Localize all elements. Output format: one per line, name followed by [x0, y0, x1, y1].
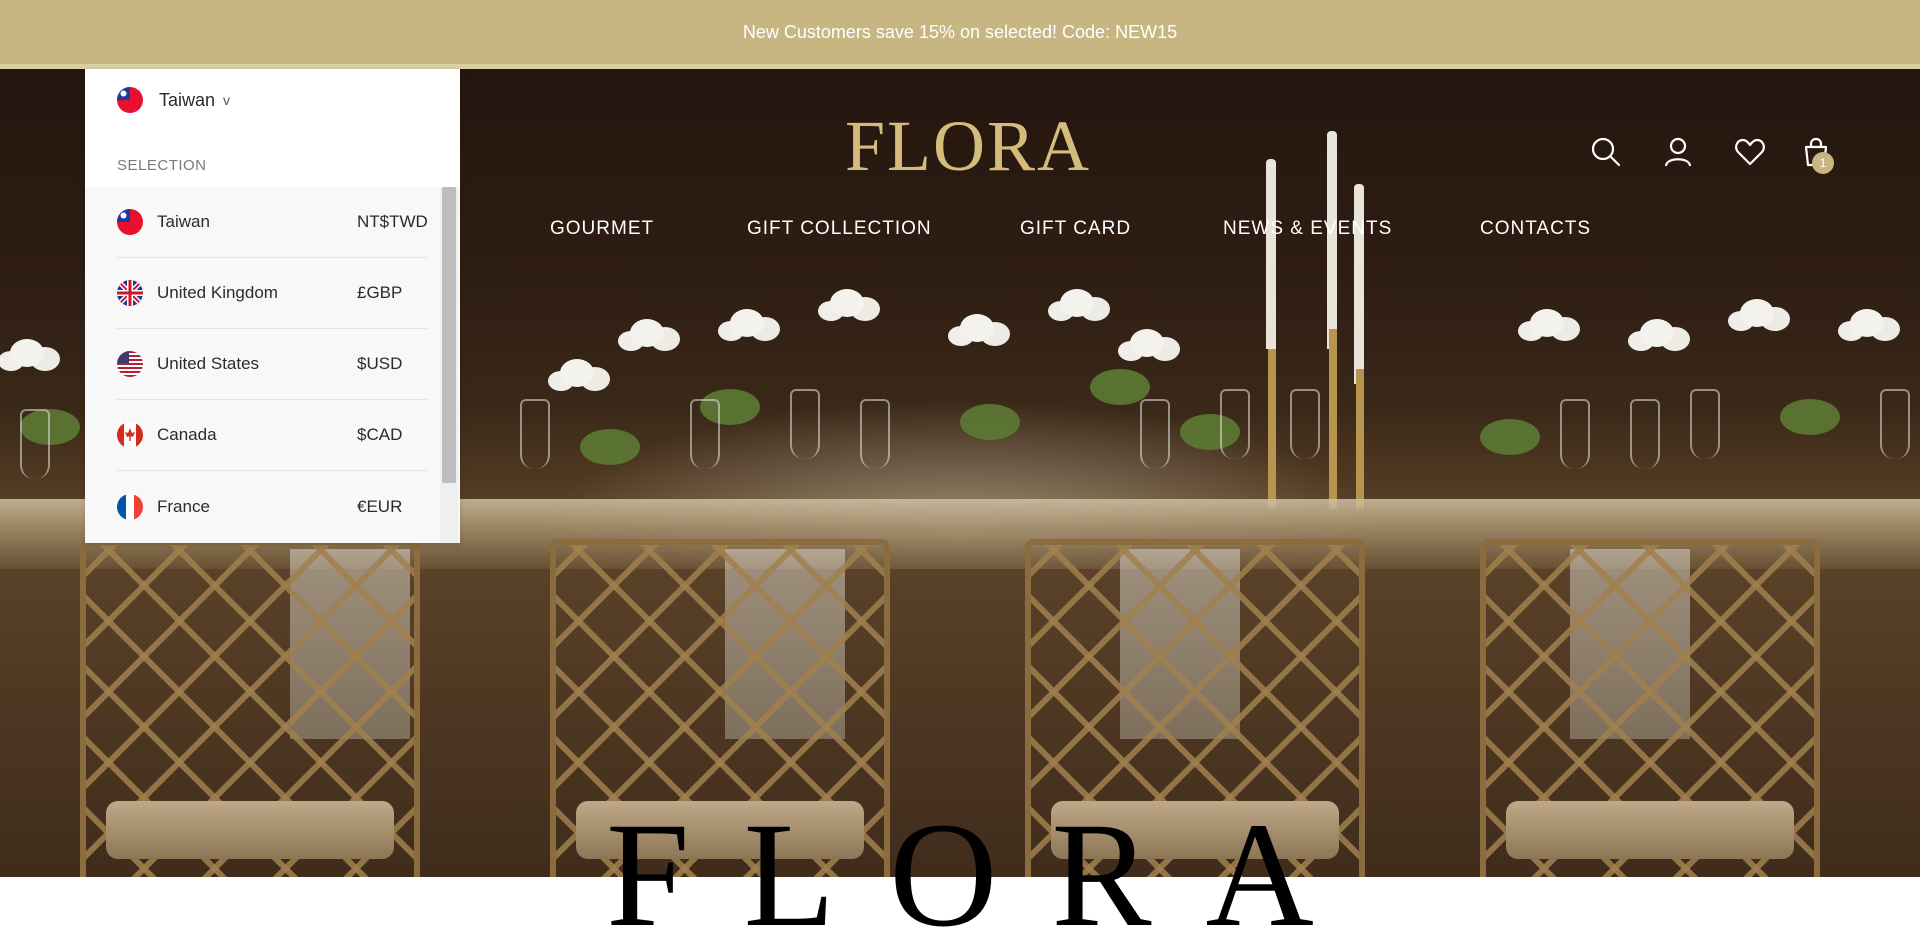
- country-option-taiwan[interactable]: Taiwan NT$TWD: [117, 187, 428, 258]
- orchid-flower: [1060, 289, 1094, 317]
- heart-icon[interactable]: [1734, 136, 1766, 168]
- chevron-down-icon: v: [223, 92, 231, 108]
- country-selector-dropdown: Taiwan v SELECTION Taiwan NT$TWD United …: [85, 69, 460, 543]
- france-flag-icon: [117, 493, 143, 520]
- announcement-text: New Customers save 15% on selected! Code…: [742, 21, 1178, 42]
- canada-flag-icon: [117, 422, 143, 448]
- nav-item-gift-card[interactable]: GIFT CARD: [1020, 218, 1131, 240]
- country-option-united-kingdom[interactable]: United Kingdom £GBP: [117, 258, 427, 329]
- country-name: Canada: [157, 425, 217, 444]
- chair: [550, 539, 890, 877]
- country-option-united-states[interactable]: United States $USD: [117, 329, 427, 400]
- wine-glass: [790, 389, 820, 459]
- orchid-flower: [1530, 309, 1564, 337]
- nav-item-gourmet[interactable]: GOURMET: [550, 218, 654, 240]
- nav-item-contacts[interactable]: CONTACTS: [1480, 218, 1591, 240]
- country-selector-toggle[interactable]: Taiwan v: [117, 87, 231, 113]
- orchid-flower: [630, 319, 664, 347]
- chair-seat: [1506, 801, 1794, 859]
- uk-flag-icon: [117, 280, 143, 306]
- chair-seat: [1051, 801, 1339, 859]
- user-icon[interactable]: [1662, 136, 1694, 168]
- candle-holder: [1329, 329, 1337, 509]
- country-options-list[interactable]: Taiwan NT$TWD United Kingdom £GBP United…: [85, 187, 460, 543]
- chair: [80, 539, 420, 877]
- leaf: [580, 429, 640, 465]
- country-option-canada[interactable]: Canada $CAD: [117, 400, 427, 471]
- currency-code: $USD: [357, 354, 403, 373]
- chair-seat: [576, 801, 864, 859]
- leaf: [960, 404, 1020, 440]
- wine-glass: [1560, 399, 1590, 469]
- orchid-flower: [1130, 329, 1164, 357]
- currency-code: €EUR: [357, 496, 403, 516]
- current-country-label: Taiwan: [159, 89, 216, 110]
- wine-glass: [1140, 399, 1170, 469]
- wine-glass: [1690, 389, 1720, 459]
- orchid-flower: [1740, 299, 1774, 327]
- us-flag-icon: [117, 351, 143, 377]
- candle: [1266, 159, 1276, 349]
- wine-glass: [1220, 389, 1250, 459]
- wine-glass: [860, 399, 890, 469]
- orchid-flower: [10, 339, 44, 367]
- wine-glass: [1630, 399, 1660, 469]
- site-logo[interactable]: FLORA: [845, 110, 1089, 182]
- country-name: France: [157, 496, 210, 516]
- announcement-bar: New Customers save 15% on selected! Code…: [0, 0, 1920, 69]
- wine-glass: [690, 399, 720, 469]
- orchid-flower: [730, 309, 764, 337]
- chair: [1025, 539, 1365, 877]
- orchid-flower: [1850, 309, 1884, 337]
- chair-seat: [106, 801, 394, 859]
- country-name: United States: [157, 354, 260, 373]
- taiwan-flag-icon: [117, 209, 143, 235]
- orchid-flower: [560, 359, 594, 387]
- currency-code: £GBP: [357, 283, 403, 302]
- cart-count-badge: 1: [1812, 152, 1834, 174]
- nav-item-news-events[interactable]: NEWS & EVENTS: [1223, 218, 1392, 240]
- leaf: [1480, 419, 1540, 455]
- candle: [1354, 184, 1364, 384]
- country-option-france[interactable]: France €EUR: [117, 471, 427, 542]
- search-icon[interactable]: [1590, 136, 1622, 168]
- country-name: United Kingdom: [157, 283, 278, 302]
- currency-code: $CAD: [357, 425, 403, 444]
- orchid-flower: [830, 289, 864, 317]
- candle-holder: [1268, 349, 1276, 509]
- wine-glass: [20, 409, 50, 479]
- nav-item-gift-collection[interactable]: GIFT COLLECTION: [747, 218, 932, 240]
- orchid-flower: [960, 314, 994, 342]
- orchid-flower: [1640, 319, 1674, 347]
- country-name: Taiwan: [157, 212, 210, 231]
- wine-glass: [520, 399, 550, 469]
- chair: [1480, 539, 1820, 877]
- dropdown-scrollbar-thumb[interactable]: [442, 187, 456, 483]
- currency-code: NT$TWD: [357, 212, 428, 231]
- wine-glass: [1290, 389, 1320, 459]
- taiwan-flag-icon: [117, 87, 143, 113]
- wine-glass: [1880, 389, 1910, 459]
- selection-label: SELECTION: [117, 157, 207, 174]
- page-content-area: [0, 877, 1920, 942]
- leaf: [1780, 399, 1840, 435]
- candle-holder: [1356, 369, 1364, 509]
